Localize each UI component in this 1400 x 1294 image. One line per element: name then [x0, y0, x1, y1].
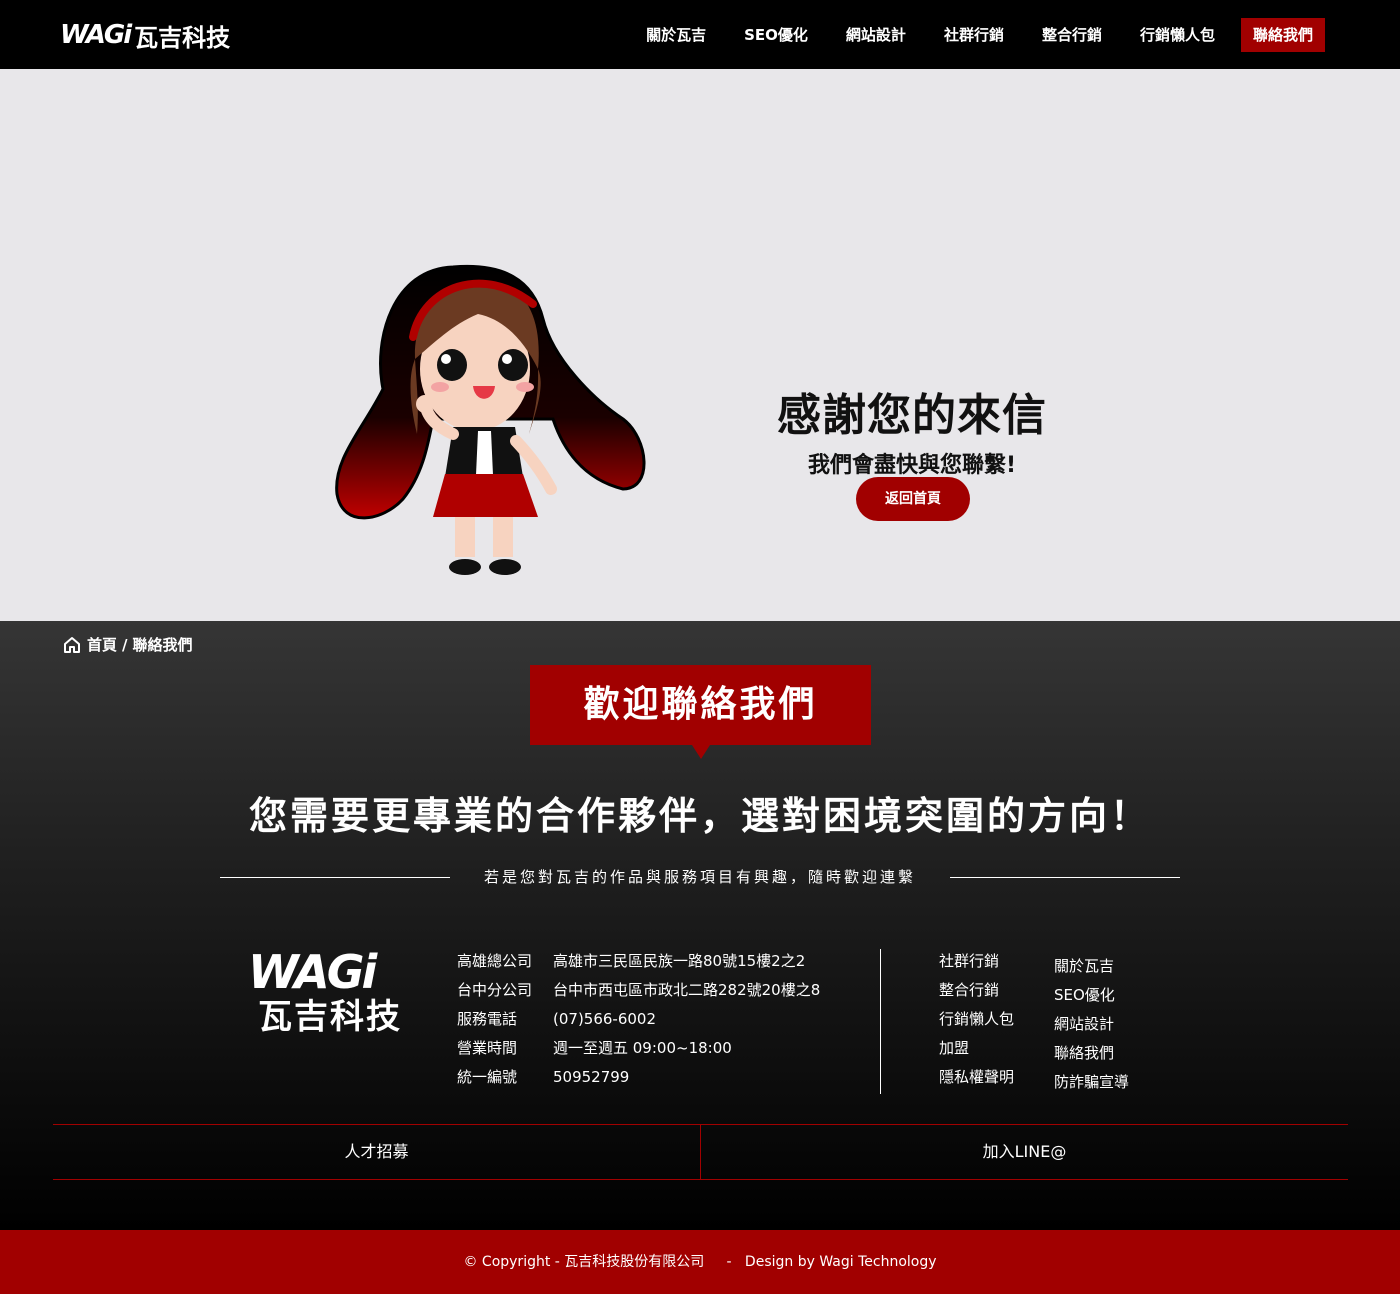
- welcome-title: 歡迎聯絡我們: [583, 684, 818, 725]
- nav-seo[interactable]: SEO優化: [744, 18, 808, 52]
- line-button[interactable]: 加入LINE@: [700, 1125, 1348, 1179]
- nav-about[interactable]: 關於瓦吉: [646, 18, 706, 52]
- footer-logo: WAGi 瓦吉科技: [248, 947, 408, 1037]
- info-value: 台中市西屯區市政北二路282號20樓之8: [553, 981, 821, 999]
- footer-links-col2: 關於瓦吉 SEO優化 網站設計 聯絡我們 防詐騙宣導: [1054, 952, 1129, 1097]
- info-label: 服務電話: [457, 1010, 518, 1028]
- back-home-button[interactable]: 返回首頁: [856, 477, 970, 521]
- footer-link-seo[interactable]: SEO優化: [1054, 981, 1129, 1010]
- contact-footer: 首頁 / 聯絡我們 歡迎聯絡我們 您需要更專業的合作夥伴，選對困境突圍的方向！ …: [0, 621, 1400, 1230]
- footer-link-web-design[interactable]: 網站設計: [1054, 1010, 1129, 1039]
- info-row-hours: 營業時間 週一至週五 09:00~18:00: [457, 1034, 820, 1063]
- main-nav: 關於瓦吉 SEO優化 網站設計 社群行銷 整合行銷 行銷懶人包 聯絡我們: [608, 18, 1325, 52]
- info-row-phone: 服務電話 (07)566-6002: [457, 1005, 820, 1034]
- info-value: 高雄市三民區民族一路80號15樓2之2: [553, 952, 806, 970]
- nav-integrated[interactable]: 整合行銷: [1042, 18, 1102, 52]
- footer-link-contact[interactable]: 聯絡我們: [1054, 1039, 1129, 1068]
- breadcrumb-current: 聯絡我們: [132, 636, 193, 654]
- thanks-title: 感謝您的來信: [777, 390, 1047, 441]
- divider-right: [950, 877, 1180, 878]
- breadcrumb-separator: /: [122, 635, 128, 654]
- footer-link-privacy[interactable]: 隱私權聲明: [939, 1063, 1014, 1092]
- footer-subline: 若是您對瓦吉的作品與服務項目有興趣，隨時歡迎連繫: [483, 868, 916, 886]
- footer-headline: 您需要更專業的合作夥伴，選對困境突圍的方向！: [248, 794, 1151, 838]
- info-label: 營業時間: [457, 1039, 518, 1057]
- footer-link-about[interactable]: 關於瓦吉: [1054, 952, 1129, 981]
- footer-logo-text: 瓦吉科技: [258, 997, 402, 1037]
- logo-mark: WAGi: [60, 20, 132, 50]
- info-label: 高雄總公司: [457, 952, 533, 970]
- welcome-banner-pointer: [692, 745, 710, 759]
- logo-text: 瓦吉科技: [134, 23, 231, 52]
- divider-left: [220, 877, 450, 878]
- nav-contact[interactable]: 聯絡我們: [1240, 18, 1325, 52]
- info-value: 50952799: [553, 1068, 630, 1086]
- nav-social[interactable]: 社群行銷: [944, 18, 1004, 52]
- mascot-illustration: [335, 264, 646, 575]
- footer-link-integrated[interactable]: 整合行銷: [939, 976, 1014, 1005]
- info-label: 統一編號: [457, 1068, 518, 1086]
- phone-value[interactable]: (07)566-6002: [553, 1005, 656, 1034]
- nav-web-design[interactable]: 網站設計: [846, 18, 906, 52]
- breadcrumb: 首頁 / 聯絡我們: [63, 634, 193, 655]
- welcome-banner: 歡迎聯絡我們: [530, 665, 871, 759]
- info-row-hq: 高雄總公司 高雄市三民區民族一路80號15樓2之2: [457, 947, 820, 976]
- footer-link-anti-fraud[interactable]: 防詐騙宣導: [1054, 1068, 1129, 1097]
- breadcrumb-home[interactable]: 首頁: [87, 634, 117, 655]
- footer-logo-mark: WAGi: [248, 945, 377, 999]
- site-header: WAGi 瓦吉科技 關於瓦吉 SEO優化 網站設計 社群行銷 整合行銷 行銷懶人…: [0, 0, 1400, 69]
- home-icon[interactable]: [63, 636, 81, 654]
- thank-you-hero: 感謝您的來信 我們會盡快與您聯繫! 返回首頁: [0, 69, 1400, 621]
- thanks-message: 感謝您的來信 我們會盡快與您聯繫!: [700, 387, 1124, 481]
- info-value: 週一至週五 09:00~18:00: [553, 1039, 732, 1057]
- footer-link-franchise[interactable]: 加盟: [939, 1034, 1014, 1063]
- company-info: 高雄總公司 高雄市三民區民族一路80號15樓2之2 台中分公司 台中市西屯區市政…: [457, 947, 820, 1092]
- footer-link-marketing-kit[interactable]: 行銷懶人包: [939, 1005, 1014, 1034]
- info-row-taichung: 台中分公司 台中市西屯區市政北二路282號20樓之8: [457, 976, 820, 1005]
- careers-button[interactable]: 人才招募: [53, 1125, 700, 1179]
- footer-links-col1: 社群行銷 整合行銷 行銷懶人包 加盟 隱私權聲明: [939, 947, 1014, 1092]
- site-logo[interactable]: WAGi 瓦吉科技: [60, 18, 230, 52]
- info-label: 台中分公司: [457, 981, 533, 999]
- footer-cta-bar: 人才招募 加入LINE@: [53, 1124, 1348, 1180]
- nav-marketing-kit[interactable]: 行銷懶人包: [1140, 18, 1215, 52]
- copyright-bar: © Copyright - 瓦吉科技股份有限公司 - Design by Wag…: [0, 1230, 1400, 1294]
- footer-link-social[interactable]: 社群行銷: [939, 947, 1014, 976]
- footer-vertical-divider: [880, 949, 881, 1094]
- info-row-tax-id: 統一編號 50952799: [457, 1063, 820, 1092]
